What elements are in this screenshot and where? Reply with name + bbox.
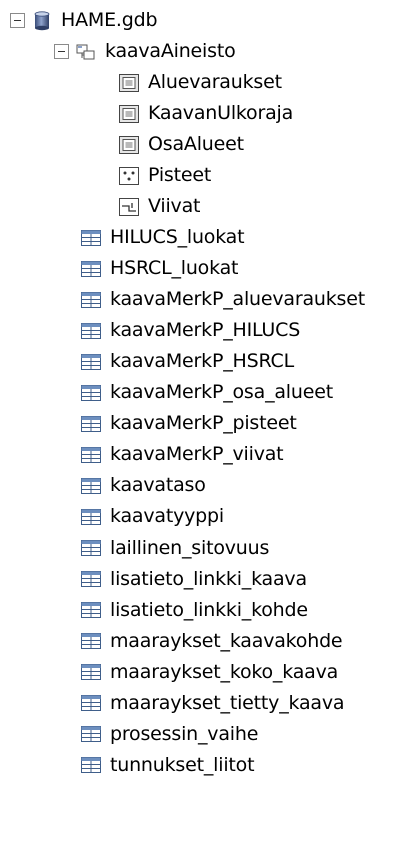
- tree-node-label: Pisteet: [148, 164, 212, 186]
- table-icon: [80, 569, 102, 589]
- feature-dataset-icon: [75, 42, 97, 62]
- polygon-feature-class-icon: [118, 135, 140, 155]
- table-icon: [80, 352, 102, 372]
- tree-node-label: HSRCL_luokat: [110, 257, 239, 280]
- tree-node-table[interactable]: kaavaMerkP_osa_alueet: [80, 377, 333, 408]
- tree-node-table[interactable]: kaavaMerkP_HILUCS: [80, 315, 300, 346]
- tree-node-feature-class[interactable]: Aluevaraukset: [118, 67, 282, 98]
- tree-node-feature-class[interactable]: Pisteet: [118, 160, 211, 191]
- tree-node-table[interactable]: tunnukset_liitot: [80, 750, 255, 781]
- tree-node-label: kaavaMerkP_HILUCS: [110, 319, 301, 342]
- tree-node-table[interactable]: kaavaMerkP_viivat: [80, 439, 284, 470]
- tree-node-label: kaavatyyppi: [110, 505, 224, 528]
- tree-node-label: Viivat: [148, 195, 201, 217]
- table-icon: [80, 662, 102, 682]
- tree-node-table[interactable]: lisatieto_linkki_kaava: [80, 564, 307, 595]
- tree-node-root[interactable]: HAME.gdb: [10, 5, 158, 36]
- table-icon: [80, 631, 102, 651]
- table-icon: [80, 755, 102, 775]
- tree-node-table[interactable]: HSRCL_luokat: [80, 253, 238, 284]
- polygon-feature-class-icon: [118, 104, 140, 124]
- table-icon: [80, 290, 102, 310]
- polygon-feature-class-icon: [118, 73, 140, 93]
- table-icon: [80, 538, 102, 558]
- table-icon: [80, 321, 102, 341]
- tree-node-label: kaavaMerkP_aluevaraukset: [110, 288, 365, 311]
- table-icon: [80, 600, 102, 620]
- tree-node-table[interactable]: maaraykset_tietty_kaava: [80, 688, 345, 719]
- tree-node-feature-class[interactable]: Viivat: [118, 191, 200, 222]
- tree-node-label: kaavaMerkP_osa_alueet: [110, 381, 333, 404]
- tree-node-label: HAME.gdb: [61, 9, 158, 31]
- catalog-tree: HAME.gdb kaavaAineisto Aluevaraukset Kaa…: [0, 0, 405, 852]
- tree-node-label: KaavanUlkoraja: [148, 102, 294, 124]
- table-icon: [80, 228, 102, 248]
- collapse-toggle-dataset[interactable]: [54, 44, 69, 59]
- table-icon: [80, 414, 102, 434]
- tree-node-table[interactable]: HILUCS_luokat: [80, 222, 245, 253]
- tree-node-feature-class[interactable]: KaavanUlkoraja: [118, 98, 293, 129]
- tree-node-feature-class[interactable]: OsaAlueet: [118, 129, 244, 160]
- tree-node-label: kaavaMerkP_viivat: [110, 443, 284, 466]
- table-icon: [80, 476, 102, 496]
- collapse-toggle-root[interactable]: [10, 13, 25, 28]
- tree-node-table[interactable]: kaavataso: [80, 470, 206, 501]
- table-icon: [80, 693, 102, 713]
- line-feature-class-icon: [118, 197, 140, 217]
- tree-node-table[interactable]: prosessin_vaihe: [80, 719, 258, 750]
- tree-node-table[interactable]: kaavaMerkP_HSRCL: [80, 346, 294, 377]
- tree-node-label: prosessin_vaihe: [110, 722, 259, 745]
- tree-node-dataset[interactable]: kaavaAineisto: [54, 36, 236, 67]
- geodatabase-icon: [31, 10, 53, 31]
- table-icon: [80, 507, 102, 527]
- table-icon: [80, 724, 102, 744]
- tree-node-label: Aluevaraukset: [148, 71, 282, 93]
- tree-node-label: lisatieto_linkki_kaava: [110, 567, 307, 590]
- tree-node-table[interactable]: maaraykset_koko_kaava: [80, 657, 338, 688]
- tree-node-label: maaraykset_koko_kaava: [110, 660, 339, 683]
- tree-node-label: kaavaMerkP_pisteet: [110, 412, 297, 435]
- tree-node-label: OsaAlueet: [148, 133, 244, 155]
- point-feature-class-icon: [118, 166, 140, 186]
- tree-node-label: lisatieto_linkki_kohde: [110, 598, 308, 621]
- table-icon: [80, 259, 102, 279]
- tree-node-table[interactable]: lisatieto_linkki_kohde: [80, 595, 308, 626]
- tree-node-table[interactable]: kaavaMerkP_aluevaraukset: [80, 284, 365, 315]
- tree-node-label: kaavaAineisto: [105, 40, 236, 62]
- tree-node-label: kaavaMerkP_HSRCL: [110, 350, 294, 373]
- tree-node-label: maaraykset_tietty_kaava: [110, 691, 345, 714]
- tree-node-label: kaavataso: [110, 474, 206, 497]
- tree-node-label: maaraykset_kaavakohde: [110, 629, 343, 652]
- table-icon: [80, 445, 102, 465]
- tree-node-table[interactable]: laillinen_sitovuus: [80, 533, 269, 564]
- tree-node-label: tunnukset_liitot: [110, 753, 255, 776]
- tree-node-table[interactable]: kaavaMerkP_pisteet: [80, 408, 297, 439]
- tree-node-label: laillinen_sitovuus: [110, 536, 270, 559]
- table-icon: [80, 383, 102, 403]
- tree-node-label: HILUCS_luokat: [110, 226, 245, 248]
- tree-node-table[interactable]: kaavatyyppi: [80, 501, 224, 532]
- tree-node-table[interactable]: maaraykset_kaavakohde: [80, 626, 343, 657]
